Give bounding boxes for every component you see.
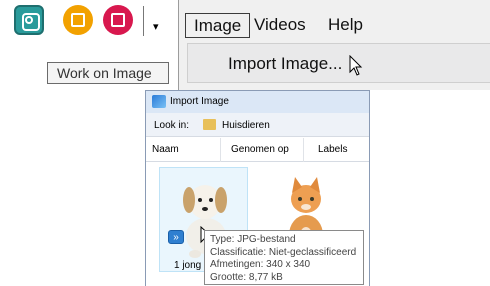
tooltip-type: Type: JPG-bestand (210, 234, 296, 245)
menu-help[interactable]: Help (320, 13, 371, 38)
folder-icon (203, 119, 216, 130)
look-in-label: Look in: (154, 120, 190, 131)
column-genomen-op[interactable]: Genomen op (231, 144, 289, 155)
toolbar-dropdown-arrow-icon[interactable]: ▾ (153, 20, 159, 33)
column-labels[interactable]: Labels (318, 144, 347, 155)
toolbar-separator (143, 6, 144, 36)
menu-bar: Image Videos Help (179, 0, 490, 38)
film-button[interactable] (103, 5, 133, 35)
dialog-titlebar: Import Image (146, 91, 369, 113)
look-in-bar: Look in: Huisdieren (146, 113, 369, 137)
look-in-folder[interactable]: Huisdieren (222, 120, 270, 131)
tooltip-dimensions: Afmetingen: 340 x 340 (210, 259, 311, 270)
image-toolbar: ▾ (0, 0, 172, 58)
mouse-pointer-icon (349, 55, 363, 76)
edit-icon (71, 13, 85, 27)
app-icon (152, 95, 166, 108)
camera-lens-icon (25, 16, 33, 24)
work-on-image-button[interactable] (14, 5, 44, 35)
column-divider (220, 138, 221, 162)
work-on-image-tooltip: Work on Image (47, 62, 169, 84)
column-divider (303, 138, 304, 162)
menu-panel: Image Videos Help Import Image... (178, 0, 490, 90)
dialog-title: Import Image (170, 96, 229, 107)
image-menu-dropdown: Import Image... (187, 43, 490, 83)
menu-image[interactable]: Image (185, 13, 251, 38)
file-name: 1 jong (174, 260, 202, 271)
tooltip-classification: Classificatie: Niet-geclassificeerd (210, 246, 357, 258)
file-info-tooltip: Type: JPG-bestand Classificatie: Niet-ge… (204, 230, 364, 285)
expand-icon[interactable]: » (168, 230, 184, 244)
menu-videos[interactable]: Videos (246, 13, 314, 38)
import-image-menu-item[interactable]: Import Image... (228, 54, 342, 74)
column-naam[interactable]: Naam (152, 144, 179, 155)
tooltip-size: Grootte: 8,77 kB (210, 271, 283, 283)
film-icon (111, 13, 125, 27)
edit-button[interactable] (63, 5, 93, 35)
column-header: Naam Genomen op Labels (146, 138, 369, 162)
